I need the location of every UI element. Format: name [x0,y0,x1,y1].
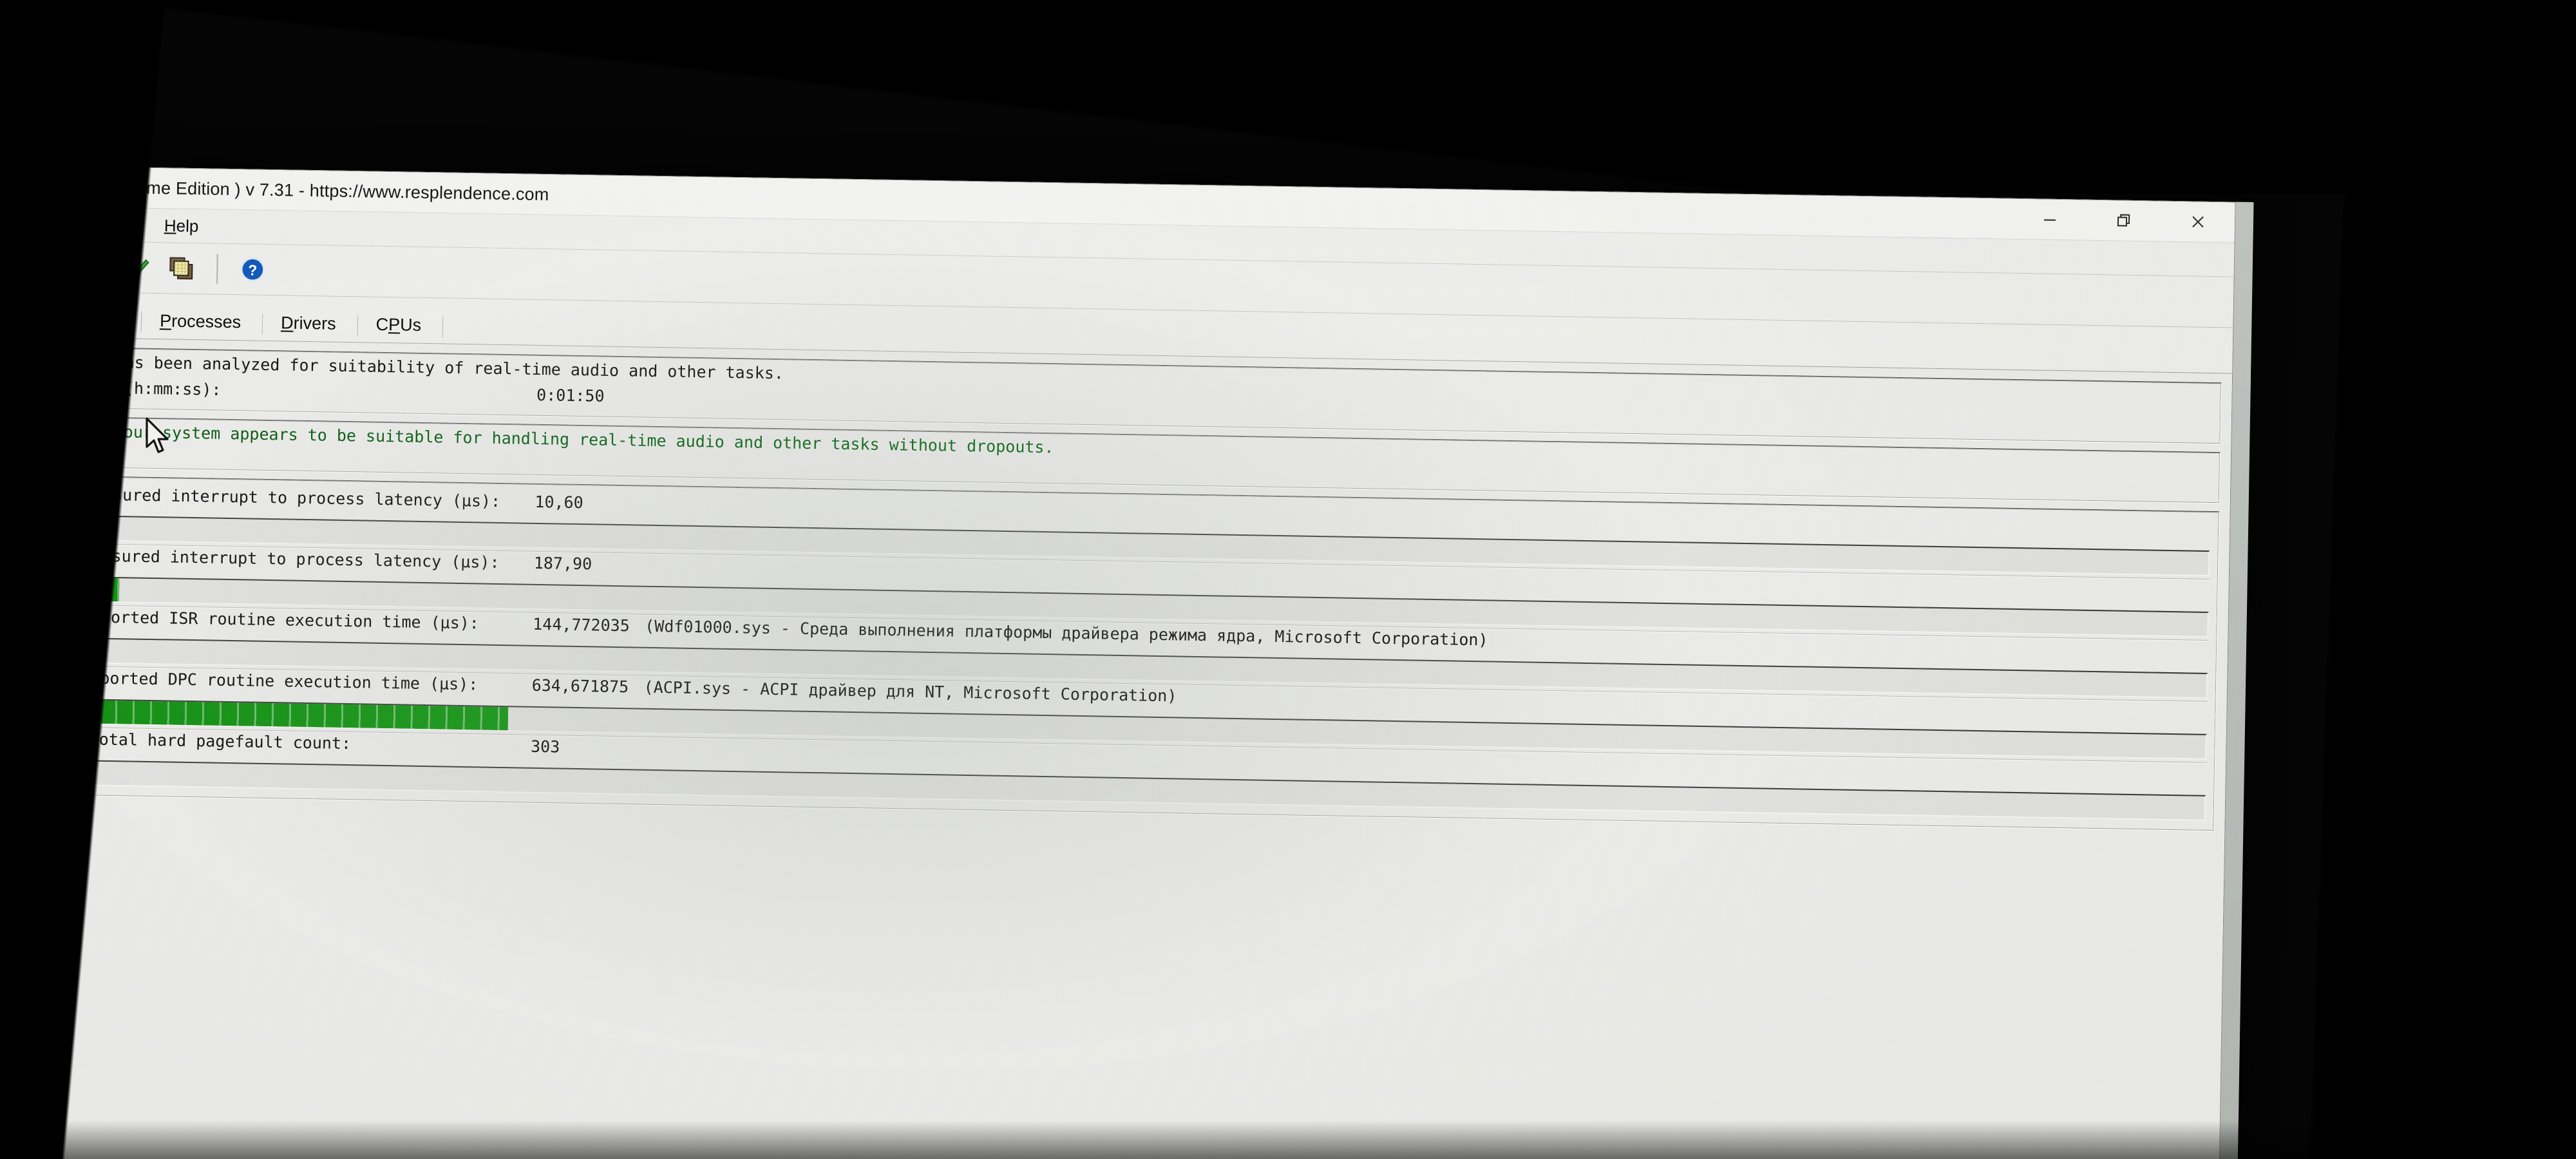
tab-cpus[interactable]: CPUs [358,308,439,343]
metric-value: 303 [530,737,560,757]
windows-button[interactable] [160,249,204,288]
analysis-text: Your system has been analyzed for suitab… [0,351,784,383]
tab-label-stats: tats [91,310,120,330]
cascade-windows-icon [169,257,193,279]
app-window-icon [0,175,10,196]
svg-text:?: ? [248,261,257,278]
metric-value: 634,671875 [531,675,629,697]
latencymon-window: LatencyMon (Home Edition ) v 7.31 - http… [0,164,2236,1159]
tab-label-drivers: rivers [293,313,336,334]
menu-item-help[interactable]: Help [155,213,213,239]
time-running-label: Time running (h:mm:ss): [0,376,222,399]
tab-accel-main: M [2,308,17,328]
monitor-panel: LatencyMon (Home Edition ) v 7.31 - http… [0,164,2254,1159]
tab-drivers[interactable]: Drivers [263,306,354,342]
menu-label-edit: dit [61,214,79,234]
toolbar-separator [216,254,218,284]
conclusion-text: Conclusion: Your system appears to be su… [0,420,1054,457]
tab-label-processes: rocesses [171,311,242,332]
menu-label-tools: ools [109,214,142,235]
main-tab-page: Your system has been analyzed for suitab… [0,336,2233,1159]
dark-surround-top [0,0,2576,193]
menu-accel-edit: E [50,213,61,234]
restore-button[interactable] [2087,200,2161,241]
stop-monitoring-button[interactable] [41,247,86,286]
report-pen-icon [123,257,149,280]
metrics-group: ·Current measured interrupt to process l… [0,474,2220,832]
menu-accel-help: H [164,215,176,236]
menu-item-edit[interactable]: Edit [41,211,93,237]
menu-accel-tools: T [101,214,111,234]
window-title: LatencyMon (Home Edition ) v 7.31 - http… [17,175,549,204]
tab-label-cpus: Us [399,315,422,335]
minimize-button[interactable] [2012,199,2087,240]
photo-of-monitor-scene: LatencyMon (Home Edition ) v 7.31 - http… [0,0,2576,1159]
metric-description: (ACPI.sys - ACPI драйвер для NT, Microso… [643,677,1177,706]
tab-stats[interactable]: Stats [62,303,137,339]
metric-progress-fill [0,698,509,731]
tab-accel-processes: P [159,311,172,331]
metric-value: 187,90 [533,553,592,574]
start-monitoring-button[interactable] [0,246,38,285]
menu-item-file[interactable]: File [0,210,41,236]
metric-label: ·Current measured interrupt to process l… [0,483,501,511]
report-button[interactable] [112,248,156,287]
tab-pre-cpus: C [375,314,389,335]
window-controls [2012,199,2235,243]
menu-item-tools[interactable]: Tools [93,212,155,238]
metric-progress-fill [0,576,120,602]
metric-value: 144,772035 [533,614,630,636]
menu-accel-file: F [0,212,10,232]
menu-label-help: elp [176,216,199,236]
tab-accel-cpus: P [388,315,401,335]
tab-processes[interactable]: Processes [142,305,259,341]
metric-progress-fill [0,637,90,663]
stop-icon [57,259,71,274]
time-running-value: 0:01:50 [536,385,605,406]
metric-value: 10,60 [535,492,583,513]
tab-accel-drivers: D [280,313,294,333]
menu-label-file: ile [10,212,27,233]
help-question-icon: ? [241,258,265,281]
toolbar-separator [98,252,100,282]
tab-main[interactable]: Main [0,301,58,337]
help-button[interactable]: ? [231,250,275,289]
close-button[interactable] [2160,202,2235,243]
tab-label-main: ain [17,308,41,329]
tab-accel-stats: S [80,310,92,330]
play-icon [9,256,25,274]
